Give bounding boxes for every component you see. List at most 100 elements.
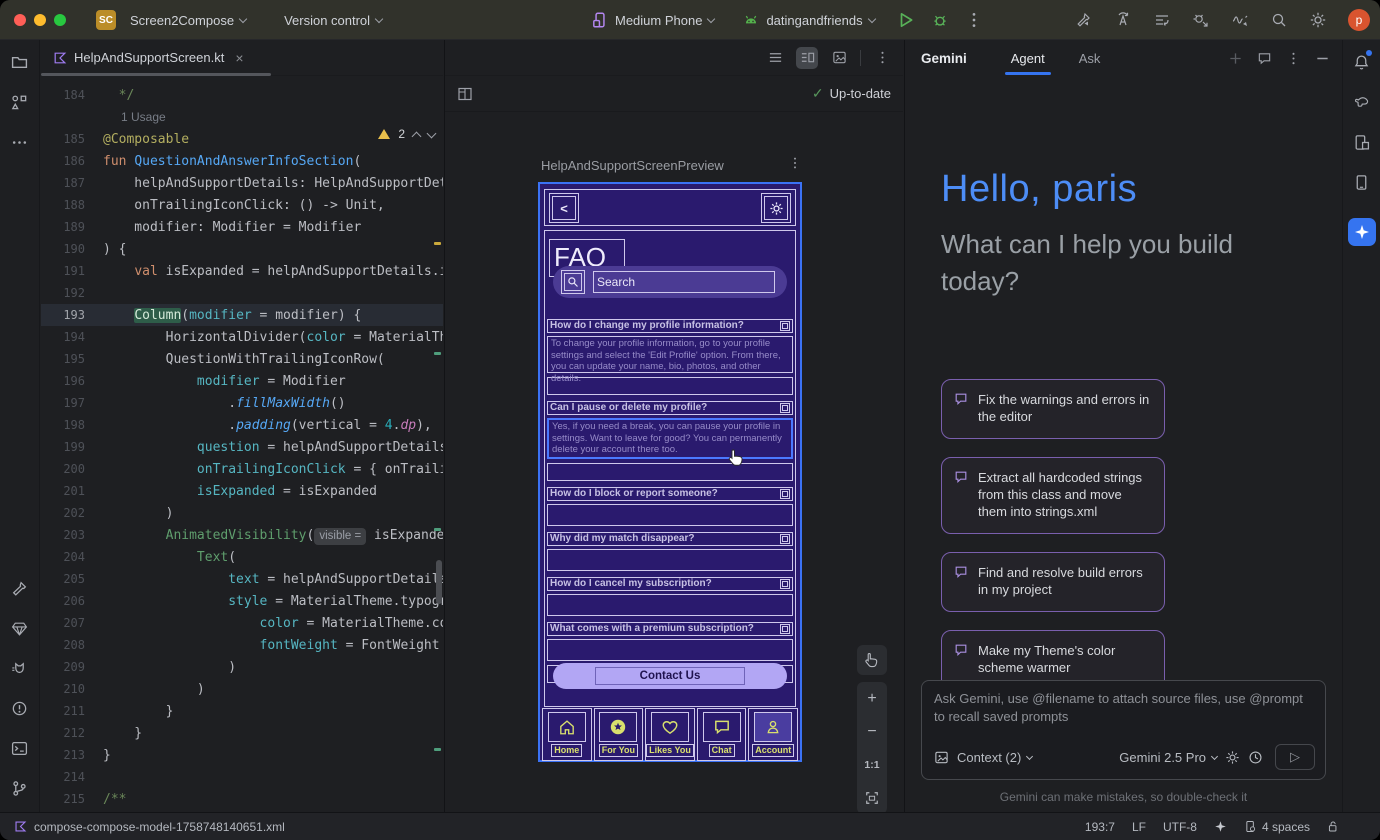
zoom-window-button[interactable]	[54, 14, 66, 26]
project-folder-icon[interactable]	[8, 50, 32, 74]
split-view-icon[interactable]	[796, 47, 818, 69]
project-selector[interactable]: Screen2Compose	[124, 13, 252, 28]
context-dropdown[interactable]: Context (2)	[957, 750, 1032, 765]
app-quality-insights-icon[interactable]	[8, 616, 32, 640]
user-avatar[interactable]: p	[1348, 9, 1370, 31]
code-line[interactable]: 214	[41, 766, 443, 788]
zoom-out-button[interactable]: −	[857, 715, 887, 748]
todo-list-icon[interactable]	[1153, 11, 1171, 29]
search-bar[interactable]: Search	[553, 266, 787, 298]
file-encoding[interactable]: UTF-8	[1163, 820, 1197, 834]
code-line[interactable]: 204 Text(	[41, 546, 443, 568]
build-run-icon[interactable]	[1075, 11, 1093, 29]
nav-item-account[interactable]: Account	[748, 708, 798, 761]
code-line[interactable]: 209 )	[41, 656, 443, 678]
code-line[interactable]: 194 HorizontalDivider(color = MaterialTh…	[41, 326, 443, 348]
settings-gear-icon[interactable]	[1309, 11, 1327, 29]
next-warning-icon[interactable]	[427, 128, 437, 138]
code-line[interactable]: 202 )	[41, 502, 443, 524]
running-devices-icon[interactable]	[1350, 170, 1374, 194]
code-line[interactable]: 189 modifier: Modifier = Modifier	[41, 216, 443, 238]
gemini-input-box[interactable]: Ask Gemini, use @filename to attach sour…	[921, 680, 1326, 780]
code-line[interactable]: 197 .fillMaxWidth()	[41, 392, 443, 414]
send-button[interactable]: ▷	[1275, 744, 1315, 770]
code-line[interactable]: 205 text = helpAndSupportDetails	[41, 568, 443, 590]
code-area[interactable]: 184 */1 Usage185@Composable186fun Questi…	[41, 76, 443, 812]
gradle-icon[interactable]	[1350, 90, 1374, 114]
faq-trailing-icon[interactable]	[780, 321, 790, 331]
search-input[interactable]: Search	[593, 271, 775, 293]
faq-answer-box[interactable]	[547, 594, 793, 616]
editor-tab[interactable]: HelpAndSupportScreen.kt ×	[41, 40, 256, 75]
device-selector[interactable]: Medium Phone	[585, 11, 720, 29]
code-line[interactable]: 200 onTrailingIconClick = { onTrailingIc…	[41, 458, 443, 480]
code-line[interactable]: 192	[41, 282, 443, 304]
code-line[interactable]: 188 onTrailingIconClick: () -> Unit,	[41, 194, 443, 216]
contact-us-button[interactable]: Contact Us	[553, 663, 787, 689]
zoom-fit-button[interactable]	[857, 781, 887, 812]
problems-icon[interactable]	[8, 696, 32, 720]
previous-warning-icon[interactable]	[412, 131, 422, 141]
code-view-icon[interactable]	[764, 47, 786, 69]
panel-kebab-icon[interactable]	[1286, 51, 1301, 66]
code-line[interactable]: 199 question = helpAndSupportDetails	[41, 436, 443, 458]
code-line[interactable]: 187 helpAndSupportDetails: HelpAndSuppor…	[41, 172, 443, 194]
attach-image-icon[interactable]	[934, 750, 949, 765]
gemini-tab-agent[interactable]: Agent	[1009, 42, 1047, 75]
code-line[interactable]: 203 AnimatedVisibility(visible = isExpan…	[41, 524, 443, 546]
indent-setting[interactable]: 4 spaces	[1244, 820, 1310, 834]
faq-question-row[interactable]: How do I change my profile information?	[547, 319, 793, 333]
faq-answer-box[interactable]	[547, 639, 793, 661]
notifications-bell-icon[interactable]	[1350, 50, 1374, 74]
up-to-date-status[interactable]: ✓ Up-to-date	[812, 85, 891, 102]
code-line[interactable]: 208 fontWeight = FontWeight	[41, 634, 443, 656]
vcs-menu[interactable]: Version control	[278, 13, 388, 28]
more-menu-icon[interactable]	[965, 11, 983, 29]
code-line[interactable]: 184 */	[41, 84, 443, 106]
gemini-settings-icon[interactable]	[1225, 750, 1240, 765]
model-dropdown[interactable]: Gemini 2.5 Pro	[1119, 750, 1217, 765]
faq-answer-box[interactable]: To change your profile information, go t…	[547, 336, 793, 373]
nav-item-for-you[interactable]: For You	[594, 708, 644, 761]
preview-kebab-icon[interactable]	[871, 47, 893, 69]
faq-trailing-icon[interactable]	[780, 579, 790, 589]
zoom-actual-button[interactable]: 1:1	[857, 748, 887, 781]
code-line[interactable]: 212 }	[41, 722, 443, 744]
attach-debugger-icon[interactable]	[1192, 11, 1210, 29]
suggestion-card[interactable]: Fix the warnings and errors in the edito…	[941, 379, 1165, 439]
faq-trailing-icon[interactable]	[780, 534, 790, 544]
logcat-icon[interactable]	[8, 656, 32, 680]
code-line[interactable]: 193 Column(modifier = modifier) {	[41, 304, 443, 326]
suggestion-card[interactable]: Find and resolve build errors in my proj…	[941, 552, 1165, 612]
line-separator[interactable]: LF	[1132, 820, 1146, 834]
settings-button[interactable]	[761, 193, 791, 223]
code-line[interactable]: 186fun QuestionAndAnswerInfoSection(	[41, 150, 443, 172]
inspection-widget[interactable]: 2	[378, 127, 435, 141]
back-button[interactable]: <	[549, 193, 579, 223]
nav-item-likes-you[interactable]: Likes You	[645, 708, 695, 761]
faq-question-row[interactable]: How do I cancel my subscription?	[547, 577, 793, 591]
resource-manager-icon[interactable]	[8, 90, 32, 114]
run-button[interactable]	[897, 11, 915, 29]
code-line[interactable]: 213}	[41, 744, 443, 766]
code-line[interactable]: 210 )	[41, 678, 443, 700]
code-line[interactable]: 191 val isExpanded = helpAndSupportDetai…	[41, 260, 443, 282]
history-clock-icon[interactable]	[1248, 750, 1263, 765]
git-icon[interactable]	[8, 776, 32, 800]
ai-actions-icon[interactable]	[1114, 11, 1132, 29]
preview-layout-icon[interactable]	[457, 86, 473, 102]
nav-item-home[interactable]: Home	[542, 708, 592, 761]
phone-preview[interactable]: < FAQ Search How do I change my profile …	[538, 182, 802, 762]
new-chat-icon[interactable]	[1228, 51, 1243, 66]
code-line[interactable]: 198 .padding(vertical = 4.dp),	[41, 414, 443, 436]
layout-inspector-icon[interactable]	[1350, 130, 1374, 154]
usage-inlay-hint[interactable]: 1 Usage	[41, 106, 443, 128]
pan-tool-button[interactable]	[857, 645, 887, 675]
gemini-tool-button[interactable]	[1348, 218, 1376, 246]
run-configuration-selector[interactable]: datingandfriends	[736, 11, 880, 29]
faq-answer-box[interactable]: Yes, if you need a break, you can pause …	[547, 418, 793, 459]
hide-panel-icon[interactable]	[1315, 51, 1330, 66]
editor-scrollbar[interactable]	[436, 560, 442, 604]
close-window-button[interactable]	[14, 14, 26, 26]
code-line[interactable]: 201 isExpanded = isExpanded	[41, 480, 443, 502]
